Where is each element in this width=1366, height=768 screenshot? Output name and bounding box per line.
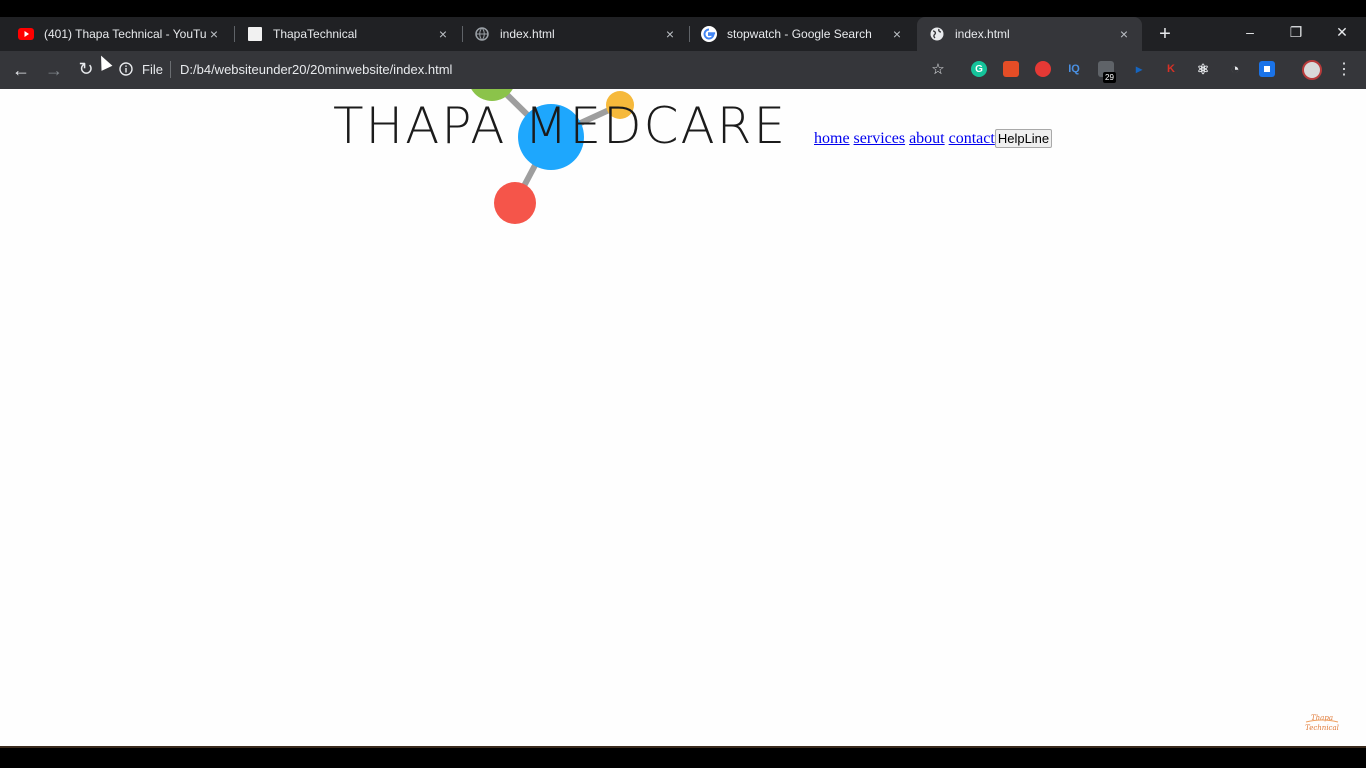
logo-text: THAPA MEDCARE xyxy=(333,97,788,155)
back-button[interactable]: ← xyxy=(11,60,31,80)
compass-icon[interactable]: ◔ xyxy=(1227,61,1243,78)
scheme-label: File xyxy=(142,62,163,77)
minimize-button[interactable]: – xyxy=(1230,17,1270,47)
square-icon[interactable] xyxy=(1259,61,1275,77)
main-nav: home services about contact HelpLine xyxy=(814,129,1053,148)
svg-text:Technical: Technical xyxy=(1305,724,1339,732)
tab-index-html-active[interactable]: index.html × xyxy=(917,17,1142,51)
tab-index-html[interactable]: index.html × xyxy=(456,17,688,51)
book-icon[interactable] xyxy=(1003,61,1019,77)
shield-icon[interactable] xyxy=(1035,61,1051,77)
react-icon[interactable]: ⚛ xyxy=(1195,61,1211,77)
channel-watermark-logo: Thapa Technical xyxy=(1302,710,1342,736)
omnibox-separator xyxy=(170,61,171,78)
tab-thapatechnical[interactable]: ThapaTechnical × xyxy=(229,17,461,51)
globe-icon xyxy=(474,26,490,42)
profile-avatar[interactable] xyxy=(1302,60,1322,80)
screen-bottom-border xyxy=(0,746,1366,768)
forward-button[interactable]: → xyxy=(44,60,64,80)
nav-link-services[interactable]: services xyxy=(854,130,906,148)
helpline-button[interactable]: HelpLine xyxy=(994,129,1053,148)
page-icon xyxy=(247,26,263,42)
youtube-icon xyxy=(18,26,34,42)
nav-link-about[interactable]: about xyxy=(909,130,945,148)
tab-title: index.html xyxy=(500,27,555,41)
nav-link-home[interactable]: home xyxy=(814,130,850,148)
k-icon[interactable]: K xyxy=(1163,61,1179,77)
extension-badge: 29 xyxy=(1103,72,1116,83)
window-close-button[interactable]: ✕ xyxy=(1322,17,1362,47)
reload-button[interactable]: ↻ xyxy=(76,59,96,79)
new-tab-button[interactable]: + xyxy=(1155,17,1175,51)
tab-google-search[interactable]: stopwatch - Google Search × xyxy=(683,17,915,51)
close-icon[interactable]: × xyxy=(206,26,222,42)
close-icon[interactable]: × xyxy=(1116,26,1132,42)
tab-title: (401) Thapa Technical - YouTube xyxy=(44,27,206,41)
restore-button[interactable]: ❐ xyxy=(1276,17,1316,47)
tab-youtube[interactable]: (401) Thapa Technical - YouTube × xyxy=(0,17,232,51)
tab-title: stopwatch - Google Search xyxy=(727,27,872,41)
google-icon xyxy=(701,26,717,42)
page-viewport: THAPA MEDCARE home services about contac… xyxy=(0,89,1366,746)
medcare-logo: THAPA MEDCARE xyxy=(330,89,800,225)
screen-top-border xyxy=(0,0,1366,17)
arrow-icon[interactable]: ▸ xyxy=(1131,61,1147,77)
tab-title: index.html xyxy=(955,27,1010,41)
bookmark-star-icon[interactable]: ☆ xyxy=(929,60,947,78)
tab-title: ThapaTechnical xyxy=(273,27,358,41)
nav-link-contact[interactable]: contact xyxy=(949,130,995,148)
close-icon[interactable]: × xyxy=(435,26,451,42)
close-icon[interactable]: × xyxy=(662,26,678,42)
close-icon[interactable]: × xyxy=(889,26,905,42)
address-bar[interactable]: D:/b4/websiteunder20/20minwebsite/index.… xyxy=(180,62,452,77)
globe-icon xyxy=(929,26,945,42)
browser-menu-icon[interactable]: ⋮ xyxy=(1336,59,1352,79)
iq-icon[interactable]: IQ xyxy=(1066,61,1082,77)
grammarly-icon[interactable]: G xyxy=(971,61,987,77)
info-icon[interactable] xyxy=(117,60,135,78)
